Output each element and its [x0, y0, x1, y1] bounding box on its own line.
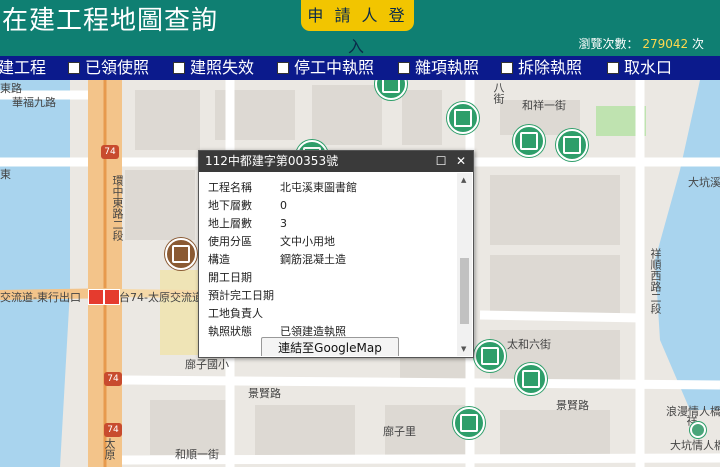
- views-count: 279042: [642, 37, 689, 51]
- info-key: 工地負責人: [208, 307, 263, 320]
- layer-under-construction[interactable]: 建工程: [0, 58, 46, 78]
- info-key: 使用分區: [208, 235, 252, 248]
- checkbox[interactable]: [607, 62, 619, 74]
- highway-shield: 74: [101, 145, 119, 159]
- maximize-icon[interactable]: ☐: [433, 151, 449, 172]
- road-label: 華福九路: [12, 96, 56, 109]
- permit-info-popup: 112中都建字第00353號 ☐ ✕ 工程名稱 北屯溪東圖書館 地下層數 0 地上層…: [198, 150, 474, 358]
- highway-shield: 74: [104, 423, 122, 437]
- layer-label: 停工中執照: [294, 58, 375, 77]
- checkbox[interactable]: [173, 62, 185, 74]
- info-row: 地下層數 0: [208, 197, 287, 213]
- checkbox[interactable]: [398, 62, 410, 74]
- crane-icon: [563, 136, 581, 154]
- layer-label: 拆除執照: [518, 58, 583, 77]
- scroll-down-arrow-icon[interactable]: ▼: [461, 345, 466, 353]
- info-row: 構造 鋼筋混凝土造: [208, 251, 346, 267]
- red-cross-icon: [104, 289, 120, 305]
- info-key: 工程名稱: [208, 181, 252, 194]
- red-cross-icon: [88, 289, 104, 305]
- layer-misc-permit[interactable]: 雜項執照: [398, 58, 479, 78]
- crane-icon: [522, 370, 540, 388]
- info-key: 預計完工日期: [208, 289, 274, 302]
- road-label: 祥順西路二段: [649, 248, 662, 314]
- construction-site-marker[interactable]: [515, 363, 547, 395]
- popup-scrollbar[interactable]: ▲ ▼: [457, 173, 472, 356]
- place-marker[interactable]: [690, 422, 706, 438]
- applicant-login-button[interactable]: 申 請 人 登 入: [301, 0, 414, 56]
- construction-site-marker[interactable]: [474, 340, 506, 372]
- info-value: 0: [280, 199, 287, 212]
- layer-demolition[interactable]: 拆除執照: [501, 58, 582, 78]
- popup-title: 112中都建字第00353號: [205, 154, 339, 168]
- layer-label: 已領使照: [85, 58, 150, 77]
- view-counter: 瀏覽次數： 279042 次: [579, 35, 705, 52]
- views-unit: 次: [691, 37, 704, 51]
- layer-water-intake[interactable]: 取水口: [607, 58, 672, 78]
- app-header: 在建工程地圖查詢 申 請 人 登 入 瀏覽次數： 279042 次: [0, 0, 720, 56]
- layer-filter-bar: 建工程 已領使照 建照失效 停工中執照 雜項執照 拆除執照 取水口: [0, 56, 720, 80]
- layer-use-permit[interactable]: 已領使照: [68, 58, 149, 78]
- road-label: 太和六街: [507, 338, 551, 351]
- info-value: 鋼筋混凝土造: [280, 253, 346, 266]
- poi-label: 廍子里: [383, 425, 416, 438]
- info-key: 構造: [208, 253, 230, 266]
- checkbox[interactable]: [501, 62, 513, 74]
- road-label: 和祥一街: [522, 99, 566, 112]
- layer-label: 雜項執照: [415, 58, 480, 77]
- info-key: 開工日期: [208, 271, 252, 284]
- layer-label: 建照失效: [190, 58, 255, 77]
- close-icon[interactable]: ✕: [453, 151, 469, 172]
- construction-site-marker[interactable]: [447, 102, 479, 134]
- layer-suspended[interactable]: 停工中執照: [277, 58, 374, 78]
- info-value: 文中小用地: [280, 235, 335, 248]
- building-icon: [172, 245, 190, 263]
- info-value: 北屯溪東圖書館: [280, 181, 357, 194]
- crane-icon: [520, 132, 538, 150]
- info-row: 工程名稱 北屯溪東圖書館: [208, 179, 357, 195]
- selected-site-marker[interactable]: [165, 238, 197, 270]
- poi-label: 大坑情人橋: [670, 439, 720, 452]
- popup-body: 工程名稱 北屯溪東圖書館 地下層數 0 地上層數 3 使用分區 文中小用地 構造 鋼筋混凝…: [199, 173, 455, 356]
- crane-icon: [454, 109, 472, 127]
- info-row: 地上層數 3: [208, 215, 287, 231]
- info-key: 地下層數: [208, 199, 252, 212]
- checkbox[interactable]: [277, 62, 289, 74]
- road-label: 台74-太原交流道: [119, 291, 203, 304]
- page-title: 在建工程地圖查詢: [2, 6, 219, 36]
- poi-label: 廍子國小: [185, 358, 229, 371]
- construction-site-marker[interactable]: [556, 129, 588, 161]
- crane-icon: [481, 347, 499, 365]
- highway-shield: 74: [104, 372, 122, 386]
- crane-icon: [382, 80, 400, 93]
- construction-site-marker[interactable]: [453, 407, 485, 439]
- info-row: 使用分區 文中小用地: [208, 233, 335, 249]
- road-label: 和順一街: [175, 448, 219, 461]
- road-label: 環中東路二段: [111, 175, 124, 241]
- popup-header: 112中都建字第00353號 ☐ ✕: [199, 151, 473, 172]
- crane-icon: [460, 414, 478, 432]
- scroll-thumb[interactable]: [460, 258, 469, 324]
- road-label: 交流道-東行出口: [0, 291, 81, 304]
- info-row: 工地負責人: [208, 305, 280, 321]
- road-label: 東: [0, 168, 11, 181]
- checkbox[interactable]: [68, 62, 80, 74]
- info-value: 3: [280, 217, 287, 230]
- info-row: 預計完工日期: [208, 287, 280, 303]
- river-label: 大坑溪: [688, 176, 720, 189]
- road-label: 太原: [103, 438, 116, 460]
- layer-label: 建工程: [0, 58, 47, 77]
- google-map-link-button[interactable]: 連結至GoogleMap: [261, 337, 399, 356]
- info-key: 地上層數: [208, 217, 252, 230]
- road-label: 八街: [492, 82, 505, 104]
- views-label: 瀏覽次數：: [578, 37, 639, 51]
- layer-permit-expired[interactable]: 建照失效: [173, 58, 254, 78]
- scroll-up-arrow-icon[interactable]: ▲: [461, 176, 466, 184]
- info-row: 開工日期: [208, 269, 280, 285]
- construction-site-marker[interactable]: [513, 125, 545, 157]
- road-label: 景賢路: [556, 399, 589, 412]
- layer-label: 取水口: [624, 58, 673, 77]
- road-label: 景賢路: [248, 387, 281, 400]
- road-label: 東路: [0, 82, 22, 95]
